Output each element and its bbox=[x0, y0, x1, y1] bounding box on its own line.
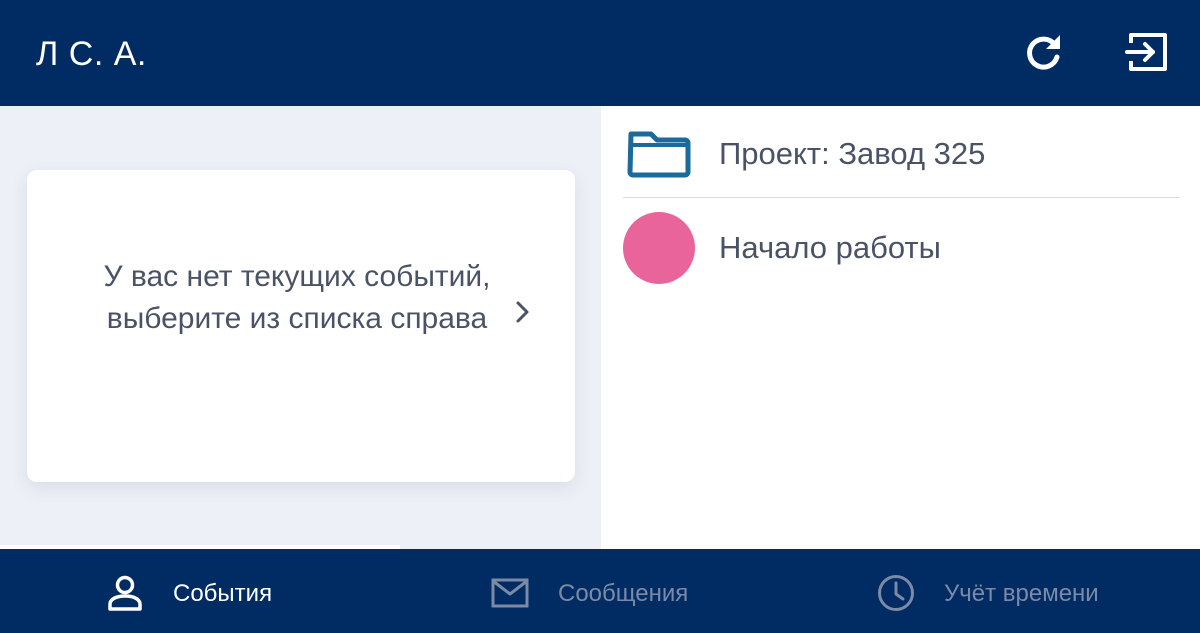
chevron-right-icon bbox=[516, 301, 529, 323]
project-row[interactable]: Проект: Завод 325 bbox=[623, 106, 1180, 198]
refresh-button[interactable] bbox=[1020, 28, 1068, 76]
open-list-button[interactable] bbox=[507, 296, 539, 328]
tab-events[interactable]: События bbox=[0, 549, 400, 633]
logout-icon bbox=[1125, 33, 1167, 71]
tab-messages[interactable]: Сообщения bbox=[400, 549, 800, 633]
events-list-pane: Проект: Завод 325 Начало работы bbox=[601, 106, 1200, 549]
bottom-navigation: События Сообщения Учёт времени bbox=[0, 545, 1200, 633]
clock-icon bbox=[878, 575, 914, 611]
status-dot bbox=[623, 212, 695, 284]
status-row[interactable]: Начало работы bbox=[623, 206, 1180, 290]
tab-messages-label: Сообщения bbox=[558, 580, 689, 607]
folder-icon bbox=[627, 131, 691, 178]
app-header: Л С. А. bbox=[0, 0, 1200, 106]
tab-time-tracking[interactable]: Учёт времени bbox=[800, 549, 1200, 633]
empty-events-card: У вас нет текущих событий, выберите из с… bbox=[27, 170, 575, 482]
person-icon bbox=[108, 575, 142, 611]
status-label: Начало работы bbox=[719, 230, 941, 265]
tab-events-label: События bbox=[173, 580, 273, 607]
current-events-pane: У вас нет текущих событий, выберите из с… bbox=[0, 106, 601, 549]
tab-time-tracking-label: Учёт времени bbox=[944, 580, 1099, 607]
mail-icon bbox=[491, 578, 529, 608]
user-initials: Л С. А. bbox=[36, 35, 147, 73]
refresh-icon bbox=[1027, 35, 1060, 70]
logout-button[interactable] bbox=[1124, 28, 1172, 76]
project-label: Проект: Завод 325 bbox=[719, 136, 986, 171]
empty-events-message: У вас нет текущих событий, выберите из с… bbox=[103, 260, 491, 335]
